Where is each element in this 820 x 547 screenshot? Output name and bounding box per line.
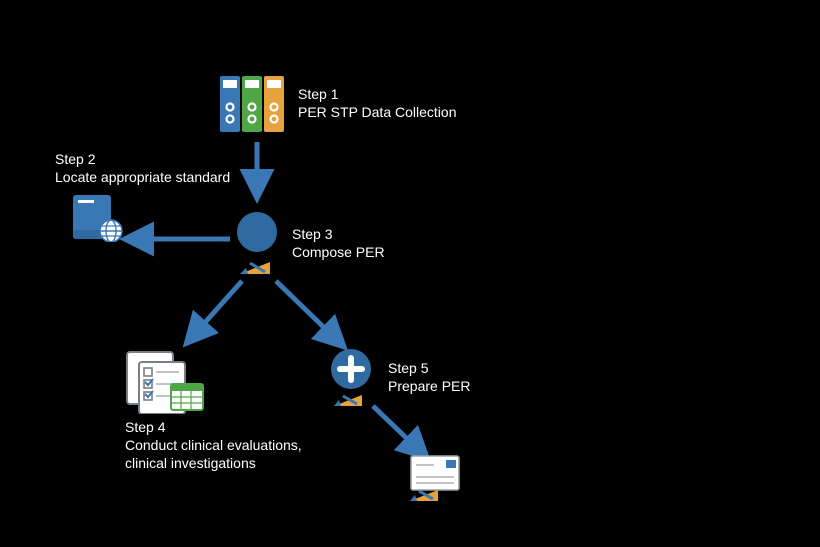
node-step3: Step 3 Compose PER xyxy=(232,210,385,276)
step5-desc: Prepare PER xyxy=(388,377,470,395)
step3-desc: Compose PER xyxy=(292,243,385,261)
pencil-icon xyxy=(334,382,362,406)
step1-title: Step 1 xyxy=(298,85,456,103)
node-step4: Step 4 Conduct clinical evaluations, cli… xyxy=(125,350,302,473)
step3-label: Step 3 Compose PER xyxy=(292,225,385,261)
node-letter xyxy=(410,455,464,501)
arrow-step3-step2 xyxy=(125,222,235,256)
step3-title: Step 3 xyxy=(292,225,385,243)
step2-label: Step 2 Locate appropriate standard xyxy=(55,150,230,186)
step5-title: Step 5 xyxy=(388,359,470,377)
node-step5: Step 5 Prepare PER xyxy=(330,348,470,406)
arrow-step1-step3 xyxy=(240,140,274,200)
step1-label: Step 1 PER STP Data Collection xyxy=(298,85,456,121)
pencil-icon xyxy=(240,248,270,274)
step4-desc2: clinical investigations xyxy=(125,454,302,472)
binders-icon xyxy=(218,72,288,134)
step4-desc1: Conduct clinical evaluations, xyxy=(125,436,302,454)
arrow-step3-step4 xyxy=(180,275,260,355)
node-step1: Step 1 PER STP Data Collection xyxy=(218,72,456,134)
book-globe-icon xyxy=(70,192,124,242)
step1-desc: PER STP Data Collection xyxy=(298,103,456,121)
step5-label: Step 5 Prepare PER xyxy=(388,359,470,395)
step2-desc: Locate appropriate standard xyxy=(55,168,230,186)
step4-label: Step 4 Conduct clinical evaluations, cli… xyxy=(125,418,302,473)
step2-title: Step 2 xyxy=(55,150,230,168)
pencil-icon xyxy=(410,477,438,501)
per-workflow-diagram: Step 1 PER STP Data Collection Step 2 Lo… xyxy=(0,0,820,547)
checklist-icon xyxy=(125,350,205,414)
step4-title: Step 4 xyxy=(125,418,302,436)
